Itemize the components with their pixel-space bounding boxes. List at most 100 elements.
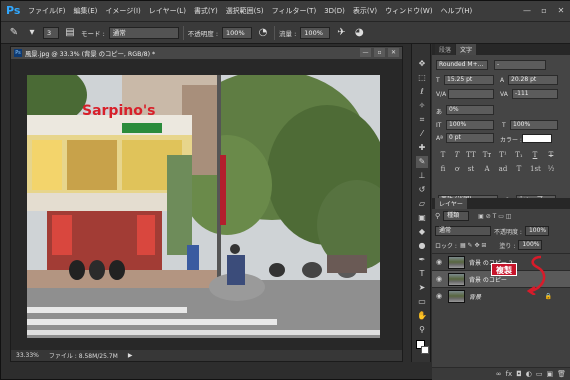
document-tab[interactable]: Ps 風景.jpg @ 33.3% (背景 のコピー, RGB/8) * (11, 47, 402, 59)
menu-layer[interactable]: レイヤー(L) (145, 6, 190, 16)
lock-icons[interactable]: ▦ ✎ ✥ ⊞ (460, 242, 486, 249)
pressure-opacity-icon[interactable]: ◔ (256, 26, 270, 40)
alt-ligature-button[interactable]: ơ (452, 165, 462, 174)
eyedropper-tool-icon[interactable]: ⁄ (416, 128, 428, 140)
brush-panel-icon[interactable]: ▤ (63, 26, 77, 40)
lasso-tool-icon[interactable]: ℓ (416, 86, 428, 98)
faux-bold-button[interactable]: T (438, 151, 448, 160)
quick-select-tool-icon[interactable]: ✧ (416, 100, 428, 112)
horizontal-scale-field[interactable]: 100% (510, 120, 558, 130)
zoom-tool-icon[interactable]: ⚲ (416, 324, 428, 336)
visibility-eye-icon[interactable]: ◉ (434, 274, 444, 284)
mode-select[interactable]: 通常 (108, 26, 179, 39)
tab-paragraph[interactable]: 段落 (435, 44, 456, 55)
font-family-select[interactable]: Rounded M+... (436, 60, 488, 70)
menu-filter[interactable]: フィルター(T) (268, 6, 321, 16)
marquee-tool-icon[interactable]: ⬚ (416, 72, 428, 84)
airbrush-icon[interactable]: ✈ (334, 26, 348, 40)
delete-layer-icon[interactable]: 🗑 (557, 370, 566, 378)
dodge-tool-icon[interactable]: ● (416, 240, 428, 252)
pen-tool-icon[interactable]: ✒ (416, 254, 428, 266)
visibility-eye-icon[interactable]: ◉ (434, 257, 444, 267)
opacity-field[interactable]: 100% (222, 26, 253, 39)
menu-edit[interactable]: 編集(E) (70, 6, 102, 16)
blend-mode-select[interactable]: 通常 (435, 226, 491, 236)
brush-tool-icon[interactable]: ✎ (7, 26, 21, 40)
titling-button[interactable]: ad (498, 165, 508, 174)
ordinal-button[interactable]: 1st (530, 165, 541, 174)
doc-minimize-icon[interactable]: — (360, 48, 371, 57)
new-layer-icon[interactable]: ▣ (546, 370, 553, 378)
vertical-scale-field[interactable]: 100% (446, 120, 494, 130)
menu-help[interactable]: ヘルプ(H) (437, 6, 477, 16)
doc-close-icon[interactable]: ✕ (388, 48, 399, 57)
crop-tool-icon[interactable]: ⌗ (416, 114, 428, 126)
type-tool-icon[interactable]: T (416, 268, 428, 280)
underline-button[interactable]: T (530, 151, 540, 160)
menu-3d[interactable]: 3D(D) (320, 7, 349, 15)
menu-window[interactable]: ウィンドウ(W) (381, 6, 436, 16)
menu-image[interactable]: イメージ(I) (101, 6, 144, 16)
text-color-swatch[interactable] (522, 134, 552, 143)
restore-icon[interactable]: ▫ (538, 5, 550, 16)
layer-filter-select[interactable]: 種類 (443, 211, 470, 221)
pressure-size-icon[interactable]: ◕ (352, 26, 366, 40)
faux-italic-button[interactable]: T (452, 151, 462, 160)
add-mask-icon[interactable]: ◘ (516, 370, 522, 378)
font-size-field[interactable]: 15.25 pt (444, 75, 494, 85)
path-select-tool-icon[interactable]: ➤ (416, 282, 428, 294)
stamp-tool-icon[interactable]: ⊥ (416, 170, 428, 182)
move-tool-icon[interactable]: ✥ (416, 58, 428, 70)
tracking-field[interactable]: -111 (512, 89, 558, 99)
menu-type[interactable]: 書式(Y) (190, 6, 222, 16)
stylistic-button[interactable]: A (482, 165, 492, 174)
brush-size-field[interactable]: 3 (43, 26, 59, 39)
zoom-readout[interactable]: 33.33% (16, 352, 39, 359)
font-style-select[interactable]: - (494, 60, 546, 70)
street-photo[interactable]: Sarpino's (27, 75, 380, 338)
eraser-tool-icon[interactable]: ▱ (416, 198, 428, 210)
link-layers-icon[interactable]: ∞ (496, 370, 502, 378)
status-arrow-icon[interactable]: ▶ (128, 352, 133, 359)
menu-select[interactable]: 選択範囲(S) (222, 6, 268, 16)
menu-file[interactable]: ファイル(F) (24, 6, 70, 16)
tab-character[interactable]: 文字 (456, 44, 477, 55)
baseline-field[interactable]: 0 pt (446, 133, 494, 143)
fraction-button[interactable]: ½ (546, 165, 556, 174)
healing-tool-icon[interactable]: ✚ (416, 142, 428, 154)
menu-view[interactable]: 表示(V) (349, 6, 381, 16)
swash-button[interactable]: st (466, 165, 476, 174)
subscript-button[interactable]: T₁ (514, 151, 524, 160)
new-group-icon[interactable]: ▭ (536, 370, 543, 378)
brush-tool-icon[interactable]: ✎ (416, 156, 428, 168)
layer-opacity-field[interactable]: 100% (524, 226, 549, 236)
tab-layers[interactable]: レイヤー (435, 198, 467, 209)
adjustment-layer-icon[interactable]: ◐ (526, 370, 532, 378)
background-color-swatch[interactable] (421, 346, 429, 354)
fill-field[interactable]: 100% (518, 240, 543, 250)
visibility-eye-icon[interactable]: ◉ (434, 291, 444, 301)
history-brush-tool-icon[interactable]: ↺ (416, 184, 428, 196)
gradient-tool-icon[interactable]: ▣ (416, 212, 428, 224)
leading-field[interactable]: 20.28 pt (508, 75, 558, 85)
doc-restore-icon[interactable]: ▫ (374, 48, 385, 57)
strikethrough-button[interactable]: T (546, 151, 556, 160)
all-caps-button[interactable]: TT (466, 151, 476, 160)
layer-name[interactable]: 背景 (469, 292, 481, 301)
minimize-icon[interactable]: — (521, 5, 533, 16)
ornament-button[interactable]: T (514, 165, 524, 174)
flow-field[interactable]: 100% (300, 26, 331, 39)
hand-tool-icon[interactable]: ✋ (416, 310, 428, 322)
shape-tool-icon[interactable]: ▭ (416, 296, 428, 308)
filter-icons[interactable]: ▣ ⊘ T ▭ ◫ (478, 213, 511, 220)
superscript-button[interactable]: T¹ (498, 151, 508, 160)
close-icon[interactable]: ✕ (555, 5, 567, 16)
ligature-button[interactable]: fi (438, 165, 448, 174)
canvas-area[interactable]: Sarpino's (11, 59, 402, 351)
blur-tool-icon[interactable]: ◆ (416, 226, 428, 238)
fx-icon[interactable]: fx (506, 370, 513, 378)
kerning-field[interactable] (448, 89, 494, 99)
tsume-field[interactable]: 0% (446, 105, 494, 115)
chevron-down-icon[interactable]: ▾ (25, 26, 39, 40)
small-caps-button[interactable]: Tт (482, 151, 492, 160)
